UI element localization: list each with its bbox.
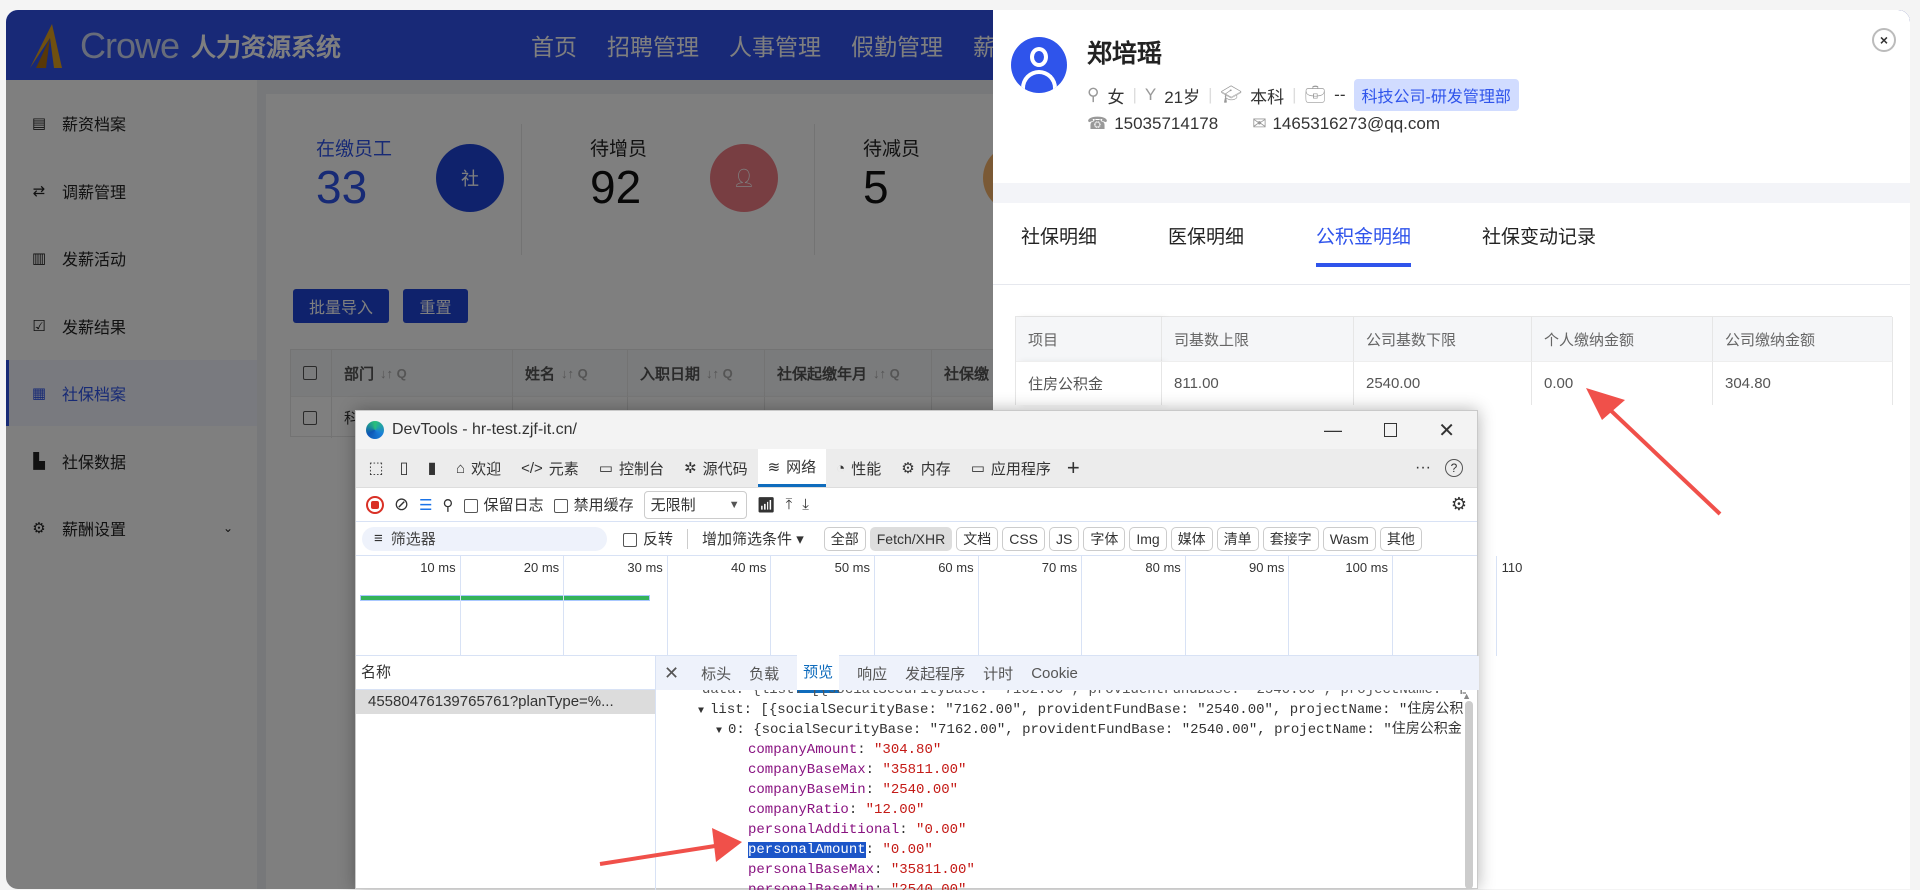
- annotation-arrow-json: [599, 828, 742, 866]
- annotation-arrow-table: [1586, 388, 1722, 516]
- annotation-layer: [599, 388, 1722, 866]
